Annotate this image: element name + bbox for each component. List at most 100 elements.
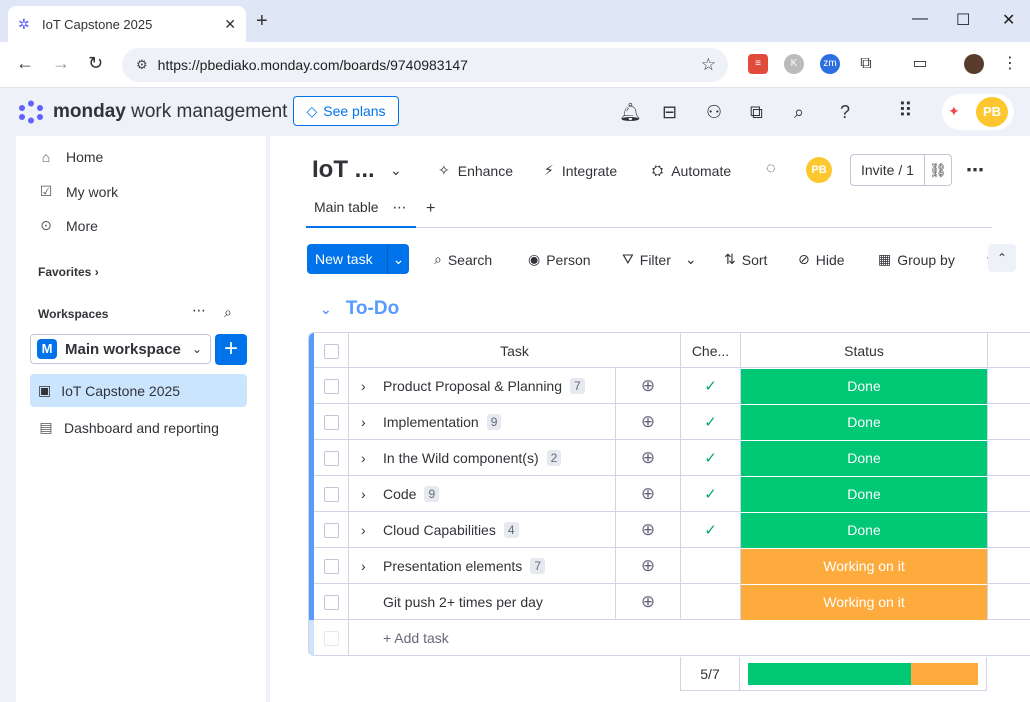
status-label[interactable]: Done: [741, 440, 987, 476]
automate-button[interactable]: ⛭ Automate: [652, 162, 731, 179]
collapse-header-icon[interactable]: ⌃: [988, 244, 1016, 272]
table-row[interactable]: › Implementation 9 ⊕ ✓ Done: [308, 404, 1030, 440]
sidebar-item-home[interactable]: ⌂ Home: [38, 149, 104, 165]
profile-avatar[interactable]: [964, 54, 984, 74]
subitem-count-badge[interactable]: 9: [486, 414, 502, 430]
check-cell[interactable]: ✓: [681, 368, 741, 404]
row-checkbox[interactable]: [323, 594, 339, 610]
integrate-button[interactable]: ⚡︎ Integrate: [544, 162, 617, 179]
bookmark-star-icon[interactable]: ☆: [701, 55, 716, 75]
extension-zoom-icon[interactable]: zm: [820, 54, 840, 74]
forward-icon[interactable]: →: [52, 53, 70, 74]
product-switcher-grid-icon[interactable]: ⠿: [898, 98, 913, 123]
help-icon[interactable]: ?: [840, 102, 850, 123]
search-button[interactable]: ⌕ Search: [434, 251, 492, 268]
add-task-row[interactable]: + Add task: [308, 620, 1030, 656]
check-cell[interactable]: [681, 548, 741, 584]
account-menu[interactable]: ✦ PB: [942, 94, 1014, 130]
add-update-icon[interactable]: ⊕: [616, 476, 681, 512]
check-cell[interactable]: ✓: [681, 440, 741, 476]
add-item-button[interactable]: +: [215, 334, 247, 365]
add-update-icon[interactable]: ⊕: [616, 512, 681, 548]
back-icon[interactable]: ←: [16, 53, 34, 74]
add-update-icon[interactable]: ⊕: [616, 548, 681, 584]
status-label[interactable]: Done: [741, 368, 987, 404]
task-name[interactable]: In the Wild component(s): [383, 450, 539, 466]
group-header[interactable]: ⌄ To-Do: [320, 298, 399, 320]
column-header-status[interactable]: Status: [741, 333, 988, 369]
subitem-count-badge[interactable]: 2: [546, 450, 562, 466]
row-checkbox[interactable]: [323, 522, 339, 538]
updates-comment-icon[interactable]: ◌: [766, 160, 776, 178]
status-label[interactable]: Done: [741, 404, 987, 440]
url-bar[interactable]: ⚙ https://pbediako.monday.com/boards/974…: [122, 48, 728, 82]
search-icon[interactable]: ⌕: [794, 102, 804, 123]
new-task-dropdown-icon[interactable]: ⌄: [387, 244, 409, 274]
check-cell[interactable]: ✓: [681, 512, 741, 548]
sidebar-item-my-work[interactable]: ☑ My work: [38, 183, 118, 200]
see-plans-button[interactable]: ◇ See plans: [293, 96, 399, 126]
table-row[interactable]: › Code 9 ⊕ ✓ Done: [308, 476, 1030, 512]
task-name[interactable]: Implementation: [383, 414, 479, 430]
workspace-options-icon[interactable]: ⋯: [192, 302, 206, 319]
notifications-bell-icon[interactable]: 🔔︎: [619, 102, 642, 123]
row-checkbox[interactable]: [323, 378, 339, 394]
table-row[interactable]: Git push 2+ times per day ⊕ Working on it: [308, 584, 1030, 620]
table-row[interactable]: › Product Proposal & Planning 7 ⊕ ✓ Done: [308, 368, 1030, 404]
new-task-button[interactable]: New task ⌄: [307, 244, 409, 274]
expand-subitems-chevron-icon[interactable]: ›: [361, 414, 383, 430]
sidebar-item-more[interactable]: ⊙ More: [38, 217, 98, 234]
subitem-count-badge[interactable]: 9: [424, 486, 440, 502]
site-info-icon[interactable]: ⚙: [136, 57, 148, 73]
table-row[interactable]: › Cloud Capabilities 4 ⊕ ✓ Done: [308, 512, 1030, 548]
check-cell[interactable]: ✓: [681, 476, 741, 512]
person-filter-button[interactable]: ◉ Person: [528, 251, 591, 268]
subitem-count-badge[interactable]: 7: [530, 558, 545, 574]
expand-subitems-chevron-icon[interactable]: ›: [361, 378, 383, 394]
copy-link-icon[interactable]: ⛓: [925, 162, 951, 179]
task-name[interactable]: Git push 2+ times per day: [383, 594, 543, 610]
add-view-icon[interactable]: +: [426, 200, 435, 218]
enhance-button[interactable]: ✧ Enhance: [438, 162, 513, 179]
inbox-icon[interactable]: ⊟: [662, 102, 677, 123]
board-menu-icon[interactable]: ⋯: [966, 160, 984, 181]
task-name[interactable]: Cloud Capabilities: [383, 522, 496, 538]
table-row[interactable]: › In the Wild component(s) 2 ⊕ ✓ Done: [308, 440, 1030, 476]
favorites-header[interactable]: Favorites ›: [38, 265, 99, 279]
extension-red-icon[interactable]: ≡: [748, 54, 768, 74]
check-cell[interactable]: [681, 584, 741, 620]
apps-marketplace-icon[interactable]: ⧉: [750, 102, 763, 123]
filter-button[interactable]: ⛛ Filter ⌄: [622, 251, 697, 268]
browser-tab[interactable]: ✲ IoT Capstone 2025 ✕: [8, 6, 246, 42]
expand-subitems-chevron-icon[interactable]: ›: [361, 486, 383, 502]
maximize-icon[interactable]: ☐: [956, 10, 970, 30]
board-owner-avatar[interactable]: PB: [806, 157, 832, 183]
invite-members-icon[interactable]: ⚇: [706, 102, 722, 123]
status-label[interactable]: Done: [741, 476, 987, 512]
extension-k-icon[interactable]: K: [784, 54, 804, 74]
column-header-task[interactable]: Task: [349, 333, 681, 369]
group-collapse-chevron-icon[interactable]: ⌄: [320, 301, 332, 318]
sort-button[interactable]: ⇅ Sort: [724, 251, 767, 268]
workspace-search-icon[interactable]: ⌕: [224, 304, 232, 321]
row-checkbox[interactable]: [323, 450, 339, 466]
board-title-chevron-icon[interactable]: ⌄: [390, 162, 402, 179]
group-title[interactable]: To-Do: [346, 298, 399, 320]
row-checkbox[interactable]: [323, 558, 339, 574]
hide-button[interactable]: ⊘ Hide: [798, 251, 845, 268]
workspace-selector[interactable]: M Main workspace ⌄: [30, 334, 211, 364]
expand-subitems-chevron-icon[interactable]: ›: [361, 450, 383, 466]
expand-subitems-chevron-icon[interactable]: ›: [361, 522, 383, 538]
row-checkbox[interactable]: [323, 414, 339, 430]
extensions-puzzle-icon[interactable]: ⧉: [856, 54, 876, 74]
expand-subitems-chevron-icon[interactable]: ›: [361, 558, 383, 574]
minimize-icon[interactable]: —: [912, 10, 928, 28]
add-update-icon[interactable]: ⊕: [616, 368, 681, 404]
add-update-icon[interactable]: ⊕: [616, 440, 681, 476]
browser-menu-icon[interactable]: ⋮: [1000, 54, 1020, 74]
cast-icon[interactable]: ▭: [910, 54, 930, 74]
subitem-count-badge[interactable]: 4: [503, 522, 519, 538]
table-row[interactable]: › Presentation elements 7 ⊕ Working on it: [308, 548, 1030, 584]
add-update-icon[interactable]: ⊕: [616, 584, 681, 620]
sidebar-board-dashboard[interactable]: ▤ Dashboard and reporting: [38, 419, 219, 436]
